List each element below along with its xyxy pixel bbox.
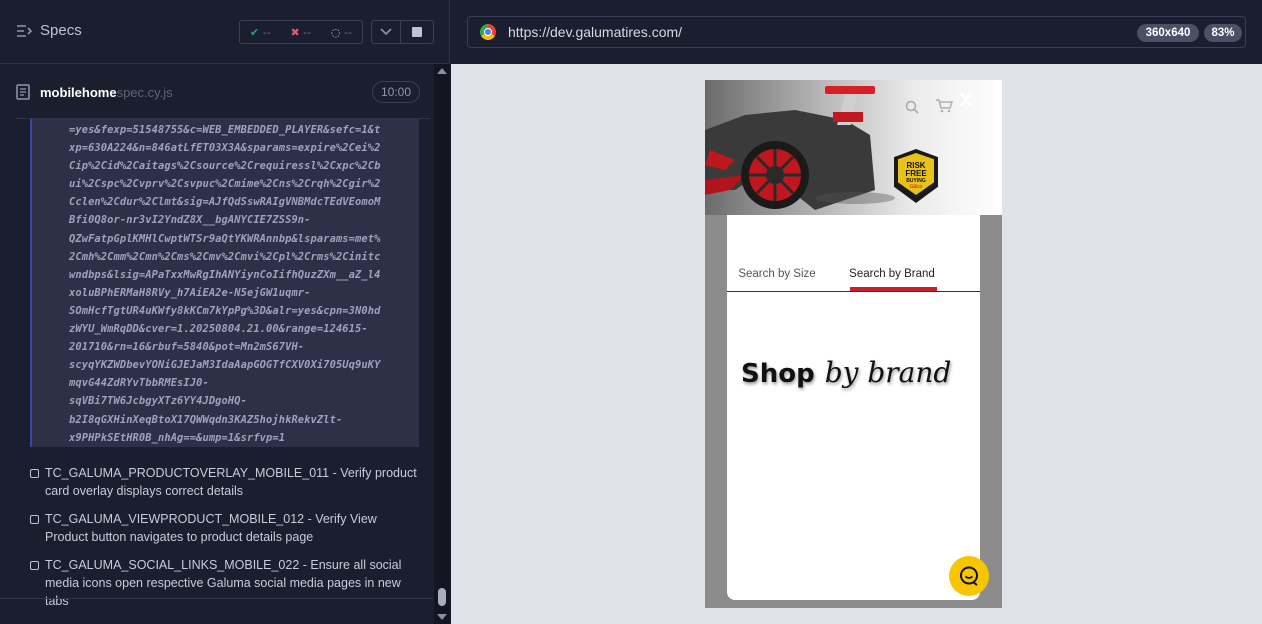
viewport-size-badge[interactable]: 360x640 [1137, 24, 1199, 42]
stop-icon [412, 27, 422, 37]
chevron-down-icon [380, 28, 392, 36]
cart-icon [936, 99, 953, 113]
search-tabs: Search by Size Search by Brand [727, 257, 980, 291]
badge-line2: FREE [905, 168, 927, 178]
log-line: wndbps&lsig=APaTxxMwRgIhANYiynCoIifhQuzZ… [69, 268, 381, 281]
log-line: Cclen%2Cdur%2Clmt&sig=AJfQdSswRAIgVNBMdc… [69, 196, 381, 209]
scroll-up-icon[interactable] [437, 68, 447, 74]
divider [0, 598, 434, 599]
badge-logo: G&co [909, 183, 923, 190]
tab-search-by-size[interactable]: Search by Size [727, 257, 827, 291]
chat-bubble-icon [960, 566, 978, 586]
heading-bold: Shop [741, 359, 815, 389]
spec-file-name: mobilehome [40, 84, 117, 100]
shop-by-brand-heading: Shop by brand [741, 356, 951, 389]
search-icon [905, 100, 919, 114]
test-stats: ✔ -- ✖ -- ◌ -- [239, 20, 363, 44]
log-line: zWYU_WmRqDD&cver=1.20250804.21.00&range=… [69, 323, 368, 336]
failed-stat: ✖ -- [290, 25, 312, 39]
log-line: mqvG44ZdRYvTbbRMEsIJ0- [69, 377, 209, 390]
log-line: b2I8qGXHinXeqBtoX17QWWqdn3KAZ5hojhkRekvZ… [69, 413, 343, 426]
specs-label: Specs [40, 22, 82, 39]
test-item[interactable]: TC_GALUMA_SOCIAL_LINKS_MOBILE_022 - Ensu… [30, 556, 420, 610]
check-icon: ✔ [249, 25, 260, 39]
close-icon[interactable]: X [959, 90, 973, 111]
zoom-badge[interactable]: 83% [1204, 24, 1242, 42]
checkbox-icon [30, 469, 39, 478]
runner-header: Specs ✔ -- ✖ -- ◌ -- [0, 0, 450, 64]
test-item[interactable]: TC_GALUMA_PRODUCTOVERLAY_MOBILE_011 - Ve… [30, 464, 420, 500]
log-line: sqVBi7TW6JcbgyXTz6YY4JDgoHQ- [69, 395, 247, 408]
checkbox-icon [30, 561, 39, 570]
test-title: TC_GALUMA_PRODUCTOVERLAY_MOBILE_011 - Ve… [45, 466, 417, 498]
heading-script: by brand [824, 356, 952, 389]
app-preview-pane: https://dev.galumatires.com/ 360x640 83%… [451, 0, 1262, 624]
spec-file-ext: spec.cy.js [116, 84, 173, 100]
scrollbar[interactable] [434, 64, 450, 624]
hero-car-banner: RISK FREE BUYING G&co [705, 80, 1002, 215]
duration-badge: 10:00 [371, 81, 420, 103]
log-line: SOmHcfTgtUR4uKWfy8kKCm7kYpPg%3D&alr=yes&… [69, 304, 381, 317]
checkbox-icon [30, 515, 39, 524]
spec-runner-panel: Specs ✔ -- ✖ -- ◌ -- mobilehome spec.cy.… [0, 0, 450, 624]
passed-stat: ✔ -- [249, 25, 271, 39]
chrome-icon [480, 24, 496, 40]
log-line: QZwFatpGplKMHlCwptWTSr9aQtYKWRAnnbp&lspa… [69, 232, 381, 245]
log-line: scyqYKZWDbevYONiGJEJaM3IdaAapGOGTfCXV0Xi… [69, 359, 381, 372]
preview-header: https://dev.galumatires.com/ 360x640 83% [451, 0, 1262, 64]
chat-button[interactable] [949, 556, 989, 596]
stop-button[interactable] [401, 20, 434, 44]
app-viewport: Search by Size Search by Brand Shop by b… [705, 80, 1002, 608]
test-list: TC_GALUMA_PRODUCTOVERLAY_MOBILE_011 - Ve… [30, 464, 420, 620]
x-icon: ✖ [290, 25, 300, 39]
race-car-image [705, 86, 895, 210]
test-title: TC_GALUMA_SOCIAL_LINKS_MOBILE_022 - Ensu… [45, 558, 402, 608]
test-title: TC_GALUMA_VIEWPRODUCT_MOBILE_012 - Verif… [45, 512, 377, 544]
log-line: xp=630A224&n=846atLfET03X3A&sparams=expi… [69, 142, 381, 155]
scrollbar-thumb[interactable] [438, 588, 446, 606]
spec-file-header[interactable]: mobilehome spec.cy.js 10:00 [16, 80, 420, 104]
test-item[interactable]: TC_GALUMA_VIEWPRODUCT_MOBILE_012 - Verif… [30, 510, 420, 546]
scroll-down-icon[interactable] [437, 614, 447, 620]
tab-underline [727, 291, 980, 292]
spinner-icon: ◌ [330, 25, 341, 39]
log-line: =yes&fexp=51548755&c=WEB_EMBEDDED_PLAYER… [69, 124, 381, 136]
pending-stat: ◌ -- [330, 25, 353, 39]
menu-icon [17, 24, 32, 37]
active-tab-indicator [850, 287, 937, 291]
log-line: Cip%2Cid%2Caitags%2Csource%2Crequiressl%… [69, 160, 381, 173]
url-bar[interactable]: https://dev.galumatires.com/ 360x640 83% [467, 16, 1246, 48]
document-icon [16, 84, 30, 100]
log-line: xoluBPhERMaH8RVy_h7AiEA2e-N5ejGW1uqmr- [69, 286, 311, 299]
log-line: 201710&rn=16&rbuf=5840&pot=Mn2mS67VH- [69, 341, 305, 354]
log-line: Bfi0Q8or-nr3vI2YndZ8X__bgANYCIE7ZSS9n- [69, 214, 311, 227]
url-text: https://dev.galumatires.com/ [508, 24, 683, 40]
options-dropdown-button[interactable] [371, 20, 401, 44]
tab-search-by-brand[interactable]: Search by Brand [827, 257, 957, 291]
log-line: x9PHPkSEtHR0B_nhAg==&ump=1&srfvp=1 [69, 431, 286, 444]
specs-toggle[interactable]: Specs [16, 22, 82, 39]
log-line: ui%2Cspc%2Cvprv%2Csvpuc%2Cmime%2Cns%2Crq… [69, 178, 381, 191]
command-log-output: =yes&fexp=51548755&c=WEB_EMBEDDED_PLAYER… [30, 119, 419, 447]
log-line: 2Cmh%2Cmm%2Cmn%2Cms%2Cmv%2Cmvi%2Cpl%2Crm… [69, 250, 381, 263]
